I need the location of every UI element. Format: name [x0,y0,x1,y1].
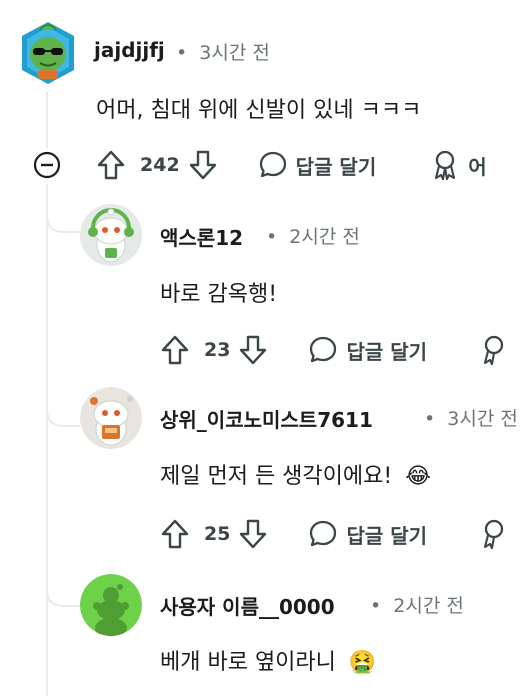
upvote-icon [161,335,189,365]
comment-bubble-icon [310,520,337,547]
reply-button[interactable]: 답글 달기 [308,519,427,549]
comment-bubble-icon [259,151,286,178]
upvote-button[interactable] [160,518,190,550]
avatar[interactable] [80,204,142,266]
laughing-emoji: 😂 [405,464,431,489]
comment-text: 베개 바로 옆이라니 🤮 [160,644,376,676]
reply-button[interactable]: 답글 달기 [308,335,427,365]
avatar[interactable] [80,387,142,449]
thread-connector [46,186,80,233]
downvote-button[interactable] [238,518,268,550]
thread-line-main [46,92,48,148]
comment-time: 3시간 전 [447,408,518,430]
award-label: 어 [468,154,487,179]
separator-dot: • [176,42,188,64]
reply-label: 답글 달기 [346,339,428,364]
vomiting-emoji: 🤮 [348,650,377,675]
thread-connector [46,560,80,607]
upvote-icon [161,519,189,549]
comment-text: 어머, 침대 위에 신발이 있네 ㅋㅋㅋ [96,98,422,123]
comment-meta: • 3시간 전 [424,404,518,431]
award-icon [483,519,504,550]
award-button[interactable] [479,518,509,550]
upvote-icon [97,150,125,180]
thread-line-main [46,184,48,696]
upvote-button[interactable] [96,149,126,181]
comment-username[interactable]: 액스론12 [160,222,243,251]
reply-label: 답글 달기 [295,154,377,179]
downvote-button[interactable] [188,149,218,181]
reply-label: 답글 달기 [346,523,428,548]
award-button[interactable] [479,334,509,366]
vote-score: 25 [204,523,231,545]
comment-actions: 25 답글 달기 [160,514,509,554]
comment-username[interactable]: jajdjjfj [94,38,165,62]
comment-username[interactable]: 상위_이코노미스트7611 [160,404,373,433]
downvote-icon [189,150,216,180]
collapse-thread-button[interactable] [32,150,62,180]
avatar[interactable] [80,574,142,636]
award-icon [435,150,456,181]
comment-time: 2시간 전 [289,226,360,248]
comment-text-content: 베개 바로 옆이라니 [160,650,336,675]
avatar[interactable] [18,18,78,88]
upvote-button[interactable] [160,334,190,366]
comment-bubble-icon [310,336,337,363]
separator-dot: • [370,595,382,617]
comment-text: 바로 감옥행! [160,282,278,307]
separator-dot: • [424,408,436,430]
reply-button[interactable]: 답글 달기 [258,150,377,180]
award-button[interactable]: 어 [430,149,487,181]
comment-actions: 23 답글 달기 [160,330,509,370]
separator-dot: • [266,226,278,248]
comment-username[interactable]: 사용자 이름__0000 [160,591,335,620]
comment-meta: • 2시간 전 [370,591,464,618]
comment-text: 제일 먼저 든 생각이에요! 😂 [160,458,431,490]
comment-meta: • 2시간 전 [266,222,360,249]
comment-time: 2시간 전 [393,595,464,617]
comment-time: 3시간 전 [199,42,270,64]
downvote-icon [240,519,267,549]
minus-circle-icon [33,151,61,179]
vote-score: 242 [140,154,180,176]
comment-actions: 242 답글 달기 어 [96,145,487,185]
award-icon [483,335,504,366]
downvote-icon [240,335,267,365]
comment-meta: • 3시간 전 [176,38,270,65]
thread-connector [46,380,80,427]
comment-text-content: 제일 먼저 든 생각이에요! [160,464,393,489]
vote-score: 23 [204,339,231,361]
downvote-button[interactable] [238,334,268,366]
